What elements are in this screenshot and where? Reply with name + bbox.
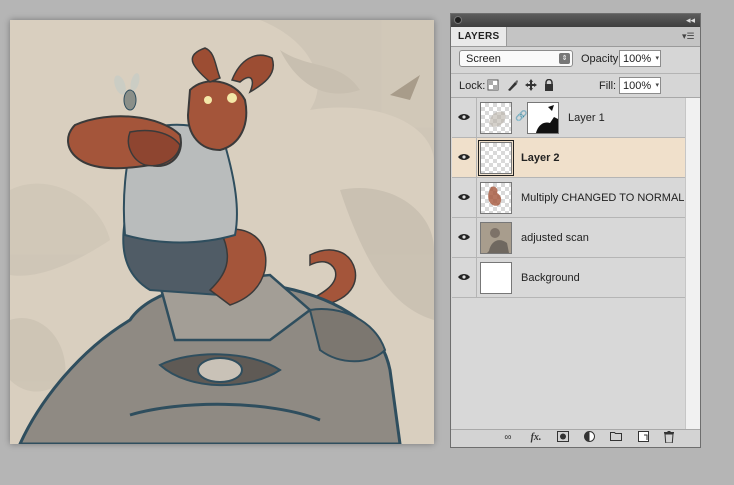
layer-list: 🔗 Layer 1 Layer 2 Multiply CHANGED TO NO… [452, 98, 685, 430]
visibility-toggle[interactable] [452, 218, 477, 257]
lock-position-move-icon[interactable] [525, 79, 537, 91]
visibility-toggle[interactable] [452, 98, 477, 137]
layer-thumbnail[interactable] [478, 140, 514, 176]
new-layer-icon[interactable] [634, 431, 652, 445]
eye-icon [458, 114, 470, 120]
layers-panel: ◂◂ LAYERS ▾☰ Screen ⇕ Opacity: 100% ▾ Lo… [450, 13, 701, 448]
layer-thumbnail[interactable] [480, 222, 512, 254]
tab-layers[interactable]: LAYERS [451, 27, 508, 46]
layer-thumbnail[interactable] [480, 182, 512, 214]
trash-icon[interactable] [660, 431, 678, 445]
layer-row[interactable]: Background [452, 258, 685, 298]
visibility-toggle[interactable] [452, 138, 477, 177]
lock-label: Lock: [459, 80, 486, 92]
add-mask-icon[interactable] [554, 431, 572, 445]
lock-all-padlock-icon[interactable] [543, 79, 555, 91]
layer-thumbnail[interactable] [480, 262, 512, 294]
lock-paint-brush-icon[interactable] [506, 79, 518, 91]
fill-label: Fill: [599, 80, 617, 92]
collapse-panel-icon[interactable]: ◂◂ [686, 14, 695, 27]
eye-icon [458, 154, 470, 160]
artwork [10, 20, 434, 444]
lock-transparent-icon[interactable] [487, 79, 499, 91]
divider [451, 73, 700, 74]
opacity-value: 100% [623, 53, 652, 65]
new-adjustment-icon[interactable] [580, 431, 598, 445]
layer-list-scrollbar[interactable] [685, 98, 700, 430]
document-canvas[interactable] [10, 20, 434, 444]
layer-row[interactable]: Layer 2 [452, 138, 685, 178]
panel-tab-bar: LAYERS ▾☰ [451, 27, 700, 47]
blend-mode-select[interactable]: Screen ⇕ [459, 50, 573, 67]
chevron-down-icon[interactable]: ▾ [655, 52, 659, 66]
opacity-label: Opacity: [581, 53, 622, 65]
head [186, 80, 248, 152]
layer-name: Layer 2 [521, 152, 560, 164]
layer-name: adjusted scan [521, 232, 589, 244]
layer-style-fx-button[interactable]: fx. [527, 431, 545, 445]
layer-name: Multiply CHANGED TO NORMAL [521, 192, 685, 204]
blend-mode-value: Screen [466, 53, 501, 65]
layers-bottom-toolbar: ∞ fx. [451, 429, 700, 447]
panel-menu-icon[interactable]: ▾☰ [682, 31, 696, 41]
eye-icon [458, 234, 470, 240]
layer-name: Background [521, 272, 580, 284]
layer-mask-thumbnail[interactable] [527, 102, 559, 134]
close-panel-icon[interactable] [454, 16, 462, 24]
visibility-toggle[interactable] [452, 178, 477, 217]
layer-name: Layer 1 [568, 112, 605, 124]
fill-input[interactable]: 100% ▾ [619, 77, 661, 94]
eye-icon [458, 274, 470, 280]
mask-link-icon[interactable]: 🔗 [515, 111, 527, 122]
layer-row[interactable]: adjusted scan [452, 218, 685, 258]
layer-thumbnail[interactable] [480, 102, 512, 134]
eye-icon [458, 194, 470, 200]
opacity-input[interactable]: 100% ▾ [619, 50, 661, 67]
chevron-updown-icon: ⇕ [559, 53, 570, 64]
visibility-toggle[interactable] [452, 258, 477, 297]
fill-value: 100% [623, 80, 652, 92]
panel-title-bar[interactable]: ◂◂ [451, 14, 700, 27]
layer-row[interactable]: Multiply CHANGED TO NORMAL [452, 178, 685, 218]
chevron-down-icon[interactable]: ▾ [655, 79, 659, 93]
link-layers-icon[interactable]: ∞ [499, 431, 517, 445]
layer-row[interactable]: 🔗 Layer 1 [452, 98, 685, 138]
new-group-icon[interactable] [607, 431, 625, 445]
